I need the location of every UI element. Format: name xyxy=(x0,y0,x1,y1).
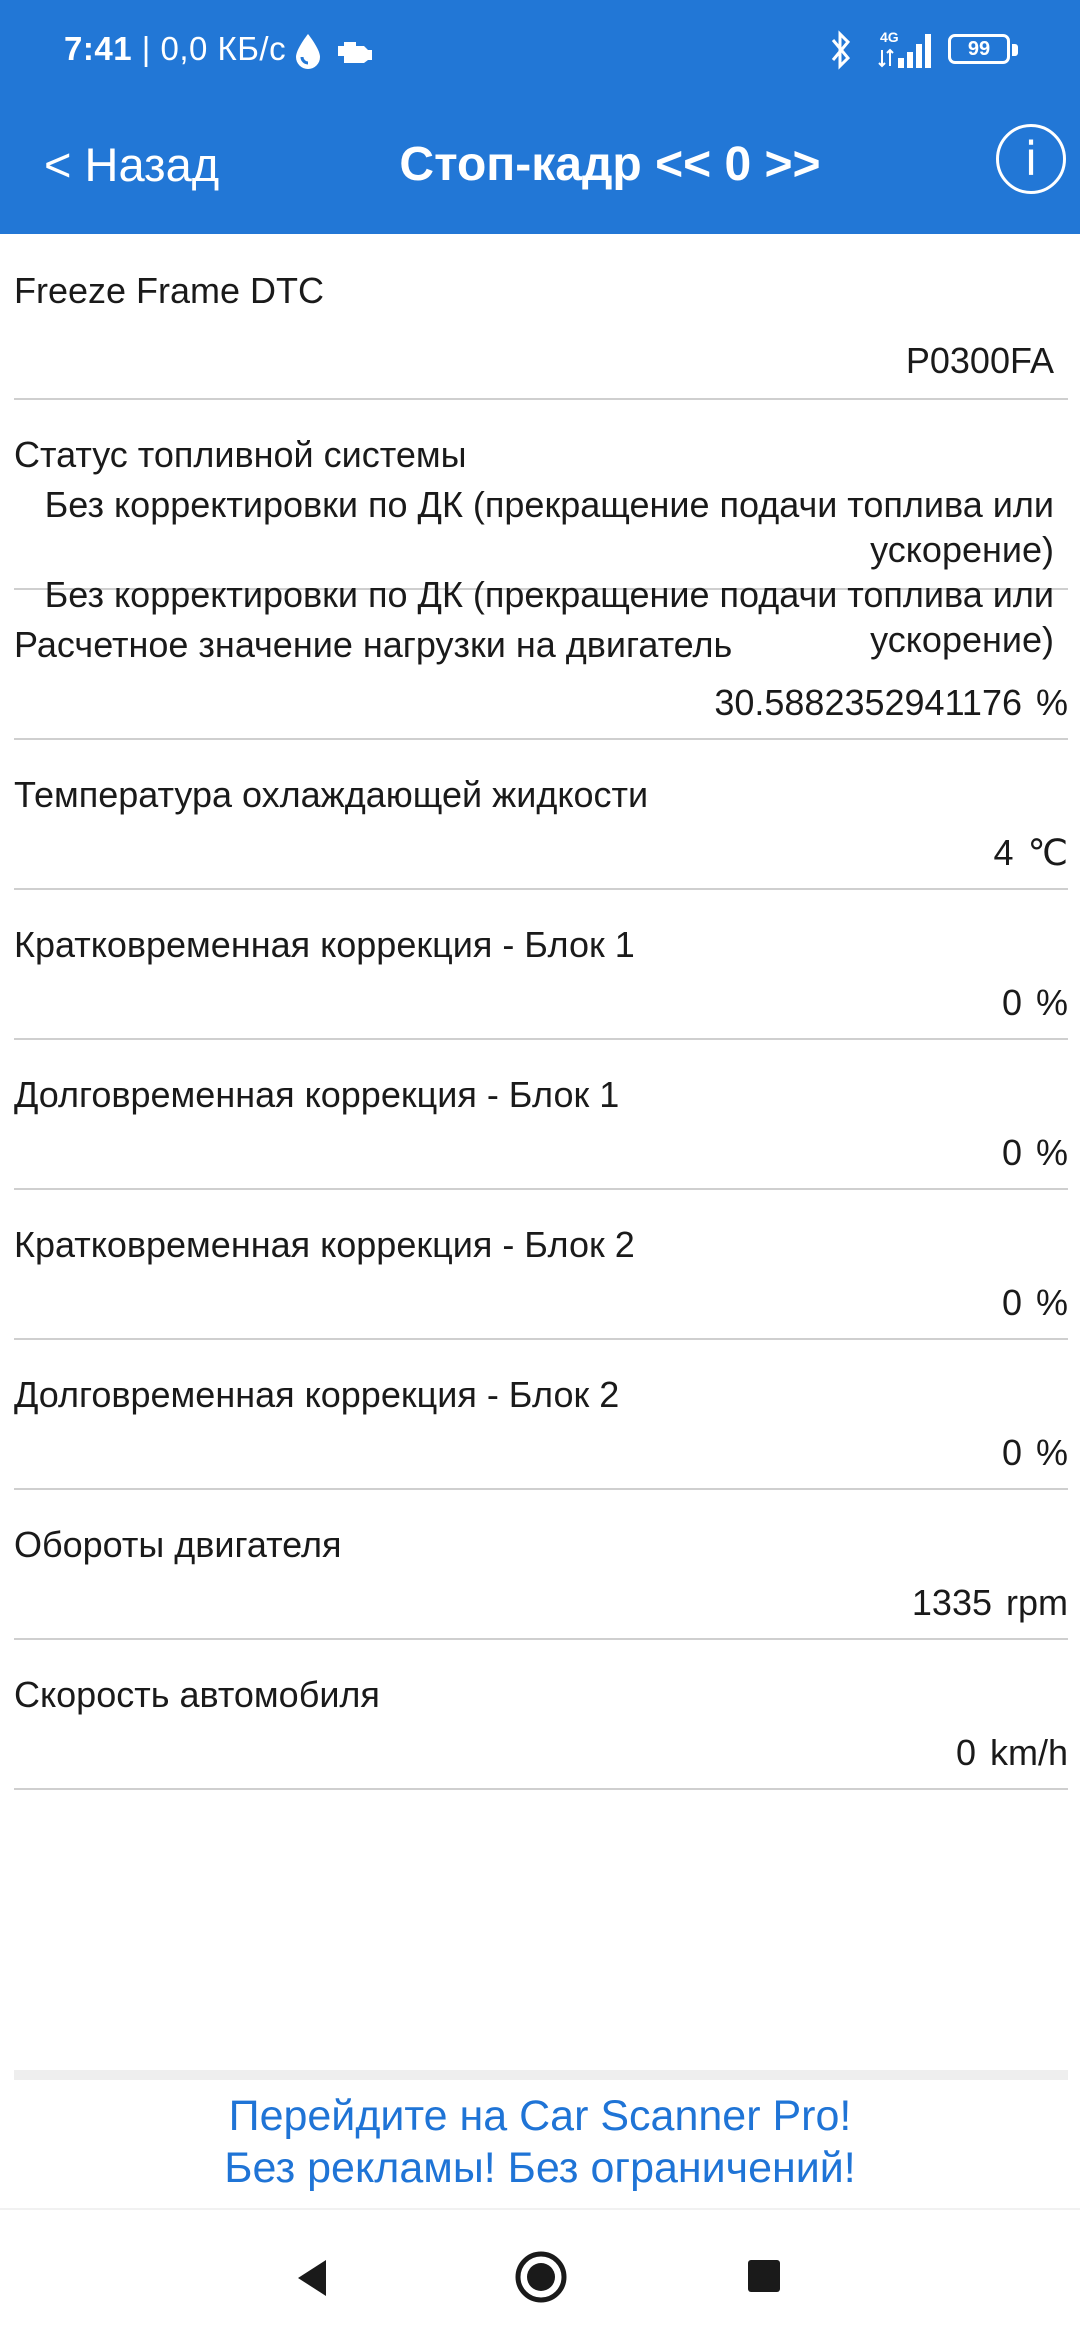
row-label: Долговременная коррекция - Блок 1 xyxy=(14,1074,620,1115)
row-value: 0% xyxy=(1001,1432,1068,1473)
row-label: Расчетное значение нагрузки на двигатель xyxy=(14,624,733,665)
row-value: 4 ℃ xyxy=(993,832,1068,873)
list-item-stft-bank1: Кратковременная коррекция - Блок 1 0% xyxy=(14,890,1068,1040)
row-label: Температура охлаждающей жидкости xyxy=(14,774,649,815)
list-item-freeze-frame-dtc: Freeze Frame DTC P0300FA xyxy=(14,236,1068,400)
row-label: Обороты двигателя xyxy=(14,1524,342,1565)
list-item-ltft-bank2: Долговременная коррекция - Блок 2 0% xyxy=(14,1340,1068,1490)
battery-icon: 99 xyxy=(948,34,1020,68)
nav-back-icon[interactable] xyxy=(292,2256,336,2300)
row-label: Кратковременная коррекция - Блок 1 xyxy=(14,924,635,965)
row-value: 1335 rpm xyxy=(911,1582,1068,1623)
promo-line-2[interactable]: Без рекламы! Без ограничений! xyxy=(0,2142,1080,2194)
row-label: Скорость автомобиля xyxy=(14,1674,380,1715)
list-item-vehicle-speed: Скорость автомобиля 0 km/h xyxy=(14,1640,1068,1790)
row-label: Кратковременная коррекция - Блок 2 xyxy=(14,1224,635,1265)
list-item-engine-load: Расчетное значение нагрузки на двигатель… xyxy=(14,590,1068,740)
pro-upgrade-banner[interactable]: Перейдите на Car Scanner Pro! Без реклам… xyxy=(0,2090,1080,2208)
bluetooth-icon xyxy=(831,30,851,70)
page-title: Стоп-кадр << 0 >> xyxy=(399,138,821,191)
row-value: 30.5882352941176% xyxy=(714,682,1068,723)
toolbar: < Назад Стоп-кадр << 0 >> i xyxy=(0,100,1080,234)
row-label: Статус топливной системы xyxy=(14,434,467,475)
water-drop-icon xyxy=(296,34,320,69)
nav-home-icon[interactable] xyxy=(514,2250,568,2304)
app-bar: 7:41 | 0,0 КБ/с 4G 99 < Назад Стоп-кадр … xyxy=(0,0,1080,234)
status-time: 7:41 | 0,0 КБ/с xyxy=(64,30,287,67)
promo-line-1[interactable]: Перейдите на Car Scanner Pro! xyxy=(0,2090,1080,2142)
row-value: 0% xyxy=(1001,1132,1068,1173)
row-label: Freeze Frame DTC xyxy=(14,270,325,311)
row-value: 0 km/h xyxy=(955,1732,1068,1773)
list-item-ltft-bank1: Долговременная коррекция - Блок 1 0% xyxy=(14,1040,1068,1190)
list-item-coolant-temp: Температура охлаждающей жидкости 4 ℃ xyxy=(14,740,1068,890)
row-value: 0% xyxy=(1001,1282,1068,1323)
info-icon[interactable]: i xyxy=(996,124,1066,194)
parameter-list: Freeze Frame DTC P0300FA Статус топливно… xyxy=(14,236,1068,1790)
row-value: 0% xyxy=(1001,982,1068,1023)
list-item-fuel-system-status: Статус топливной системы Без корректиров… xyxy=(14,400,1068,660)
back-button[interactable]: < Назад xyxy=(44,130,219,200)
nav-recents-icon[interactable] xyxy=(746,2258,782,2294)
row-value: P0300FA xyxy=(905,340,1054,381)
signal-4g-icon: 4G xyxy=(878,29,931,68)
row-label: Долговременная коррекция - Блок 2 xyxy=(14,1374,620,1415)
status-bar: 7:41 | 0,0 КБ/с 4G 99 xyxy=(0,0,1080,100)
promo-divider xyxy=(14,2070,1068,2080)
list-item-stft-bank2: Кратковременная коррекция - Блок 2 0% xyxy=(14,1190,1068,1340)
list-item-engine-rpm: Обороты двигателя 1335 rpm xyxy=(14,1490,1068,1640)
svg-text:4G: 4G xyxy=(880,29,899,45)
engine-icon xyxy=(338,42,372,63)
